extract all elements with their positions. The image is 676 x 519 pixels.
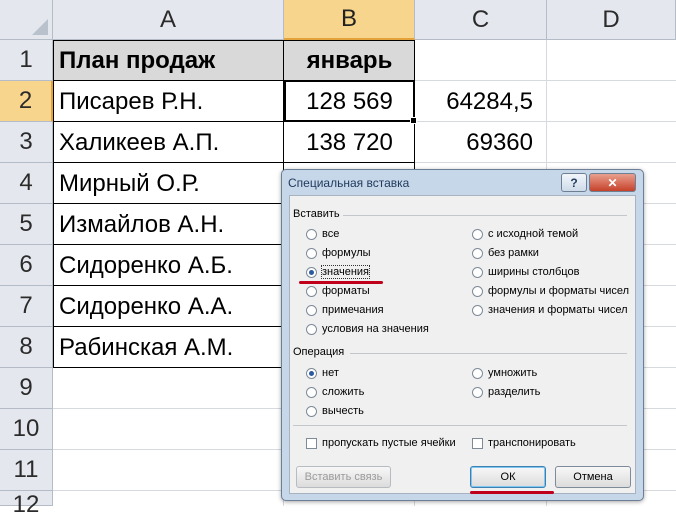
cell-a2[interactable]: Писарев Р.Н.	[54, 81, 283, 122]
checkbox-transpose[interactable]: транспонировать	[472, 437, 576, 449]
radio-icon	[472, 386, 483, 398]
radio-paste-comments[interactable]: примечания	[306, 304, 384, 316]
row-header-8[interactable]: 8	[0, 327, 53, 368]
radio-op-subtract[interactable]: вычесть	[306, 405, 364, 417]
paste-special-dialog: Специальная вставка ? ✕ Вставить все фор…	[281, 169, 644, 501]
radio-icon	[306, 228, 317, 240]
row-header-7[interactable]: 7	[0, 286, 53, 327]
radio-paste-validation[interactable]: условия на значения	[306, 323, 429, 335]
radio-op-none[interactable]: нет	[306, 367, 339, 379]
radio-paste-values[interactable]: значения	[306, 265, 371, 279]
cell-b1[interactable]: январь	[284, 41, 415, 81]
row-header-12[interactable]: 12	[0, 491, 53, 518]
dialog-body: Вставить все формулы значения форматы пр…	[289, 195, 636, 494]
column-header-b[interactable]: B	[284, 0, 415, 40]
ok-button[interactable]: ОК	[470, 466, 546, 488]
radio-paste-all[interactable]: все	[306, 228, 339, 240]
cell-a4[interactable]: Мирный О.Р.	[54, 163, 283, 204]
radio-icon	[306, 323, 317, 335]
column-header-d[interactable]: D	[547, 0, 676, 40]
cell-a6[interactable]: Сидоренко А.Б.	[54, 245, 283, 286]
paste-link-button[interactable]: Вставить связь	[296, 466, 391, 488]
column-header-c[interactable]: C	[415, 0, 547, 40]
cell-b3[interactable]: 138 720	[284, 122, 415, 163]
row-header-4[interactable]: 4	[0, 163, 53, 204]
radio-icon	[306, 304, 317, 316]
row-header-1[interactable]: 1	[0, 40, 53, 81]
radio-paste-column-widths[interactable]: ширины столбцов	[472, 266, 579, 278]
radio-paste-formats[interactable]: форматы	[306, 285, 370, 297]
active-cell-selection[interactable]	[284, 80, 417, 124]
cell-a1[interactable]: План продаж	[54, 41, 283, 81]
row-header-3[interactable]: 3	[0, 122, 53, 163]
radio-icon	[306, 405, 317, 417]
row-header-6[interactable]: 6	[0, 245, 53, 286]
paste-group-label: Вставить	[293, 208, 343, 220]
radio-icon	[472, 247, 483, 259]
radio-icon	[472, 304, 483, 316]
radio-icon	[306, 247, 317, 259]
radio-paste-values-number-formats[interactable]: значения и форматы чисел	[472, 304, 628, 316]
radio-icon	[472, 367, 483, 379]
cell-a5[interactable]: Измайлов А.Н.	[54, 204, 283, 245]
radio-paste-formulas[interactable]: формулы	[306, 247, 371, 259]
cell-c2[interactable]: 64284,5	[415, 81, 547, 122]
row-header-5[interactable]: 5	[0, 204, 53, 245]
operation-group-label: Операция	[293, 346, 348, 358]
checkbox-skip-blanks[interactable]: пропускать пустые ячейки	[306, 437, 456, 449]
radio-paste-no-borders[interactable]: без рамки	[472, 247, 539, 259]
radio-op-divide[interactable]: разделить	[472, 386, 540, 398]
close-icon[interactable]: ✕	[589, 173, 636, 192]
row-header-9[interactable]: 9	[0, 368, 53, 409]
column-header-a[interactable]: A	[53, 0, 284, 40]
checkbox-icon	[306, 437, 317, 449]
radio-paste-source-theme[interactable]: с исходной темой	[472, 228, 578, 240]
highlight-underline-ok	[470, 491, 554, 494]
highlight-underline-values	[299, 281, 383, 284]
row-header-11[interactable]: 11	[0, 450, 53, 491]
cell-a8[interactable]: Рабинская А.М.	[54, 327, 283, 368]
radio-selected-icon	[306, 266, 317, 278]
cancel-button[interactable]: Отмена	[555, 466, 631, 488]
radio-selected-icon	[306, 367, 317, 379]
select-all-corner[interactable]	[0, 0, 53, 40]
radio-icon	[472, 285, 483, 297]
dialog-title: Специальная вставка	[288, 176, 410, 190]
row-header-2[interactable]: 2	[0, 81, 53, 122]
radio-paste-formulas-number-formats[interactable]: формулы и форматы чисел	[472, 285, 629, 297]
radio-op-multiply[interactable]: умножить	[472, 367, 537, 379]
cell-a3[interactable]: Халикеев А.П.	[54, 122, 283, 163]
cell-c3[interactable]: 69360	[415, 122, 547, 163]
checkbox-icon	[472, 437, 483, 449]
radio-icon	[472, 266, 483, 278]
radio-icon	[306, 285, 317, 297]
radio-icon	[306, 386, 317, 398]
radio-op-add[interactable]: сложить	[306, 386, 364, 398]
cell-a7[interactable]: Сидоренко А.А.	[54, 286, 283, 327]
radio-icon	[472, 228, 483, 240]
help-icon[interactable]: ?	[561, 173, 587, 192]
row-header-10[interactable]: 10	[0, 409, 53, 450]
